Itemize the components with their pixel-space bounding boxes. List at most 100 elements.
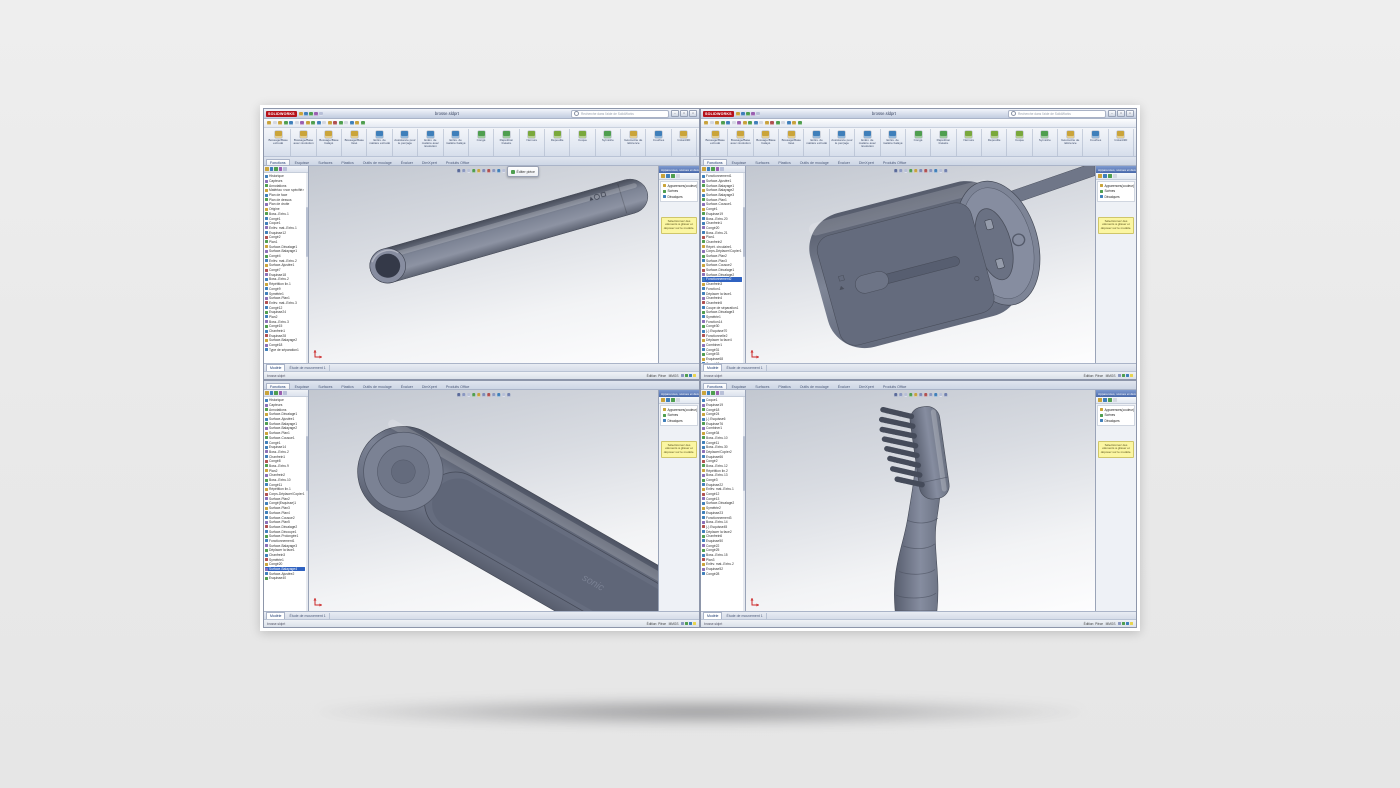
tree-scrollbar-thumb[interactable] [743,436,746,492]
menubar-icon[interactable] [267,121,271,125]
menubar-icon[interactable] [704,121,708,125]
feature-manager-tab-icon[interactable] [279,391,283,395]
menubar-icon[interactable] [306,121,310,125]
feature-manager-tab-icon[interactable] [283,167,287,171]
status-icon[interactable] [1118,622,1121,625]
ribbon-button[interactable]: Enlèv. de matière extrudé [367,129,392,156]
tree-scrollbar-thumb[interactable] [306,436,309,492]
menubar-icon[interactable] [344,121,348,125]
status-icon[interactable] [1122,374,1125,377]
feature-tree-item[interactable]: Esquisse40 [265,576,305,581]
status-units[interactable]: MMGS [669,374,679,378]
command-tab[interactable]: DimXpert [855,159,878,165]
menubar-icon[interactable] [765,121,769,125]
feature-manager-tab-icon[interactable] [707,391,711,395]
command-tab[interactable]: Évaluer [834,159,854,165]
ribbon-button[interactable]: Bossage/Base balayé [754,129,779,156]
ribbon-button[interactable]: Bossage/Base avec révolution [728,129,753,156]
command-tab[interactable]: Plastics [337,159,357,165]
feature-manager-tab-icon[interactable] [274,167,278,171]
ribbon-button[interactable]: Symétrie [1033,129,1058,156]
task-pane-header[interactable]: Apparences, scènes et décalques [659,390,699,397]
view-toolbar-icon[interactable] [507,393,511,397]
command-tab[interactable]: Surfaces [314,159,336,165]
viewport-head-base[interactable] [746,166,1096,363]
status-units[interactable]: MMGS [1106,374,1116,378]
status-icon[interactable] [685,374,688,377]
feature-tree-item[interactable]: Surface-Décalage3 [702,310,742,315]
view-toolbar-icon[interactable] [482,169,486,173]
ribbon-button[interactable]: Dépouille [545,129,570,156]
command-tab[interactable]: Esquisse [291,383,314,389]
menubar-icon[interactable] [289,121,293,125]
ribbon-button[interactable]: Coque [570,129,595,156]
command-tab[interactable]: Esquisse [728,159,751,165]
menubar-icon[interactable] [355,121,359,125]
view-toolbar-icon[interactable] [492,169,496,173]
view-toolbar-icon[interactable] [894,169,898,173]
task-pane-tool-icon[interactable] [671,174,675,178]
ribbon-button[interactable]: Bossage/Base lissé [342,129,367,156]
feature-tree-item[interactable]: Coupe de séparation1 [702,305,742,310]
menubar-icon[interactable] [311,121,315,125]
feature-tree-item[interactable]: Esquisse24 [265,310,305,315]
window-control-button[interactable]: – [671,110,679,117]
status-icon[interactable] [681,374,684,377]
view-toolbar-icon[interactable] [914,169,918,173]
feature-tree-item[interactable]: Esquisse68 [702,357,742,362]
menubar-icon[interactable] [759,121,763,125]
command-tab[interactable]: Produits Office [879,159,911,165]
view-toolbar-icon[interactable] [924,169,928,173]
feature-tree-item[interactable]: Symétrie2 [702,506,742,511]
appearances-tree-item[interactable]: Décalques [661,194,697,200]
task-pane-tool-icon[interactable] [661,398,665,402]
view-toolbar-icon[interactable] [482,393,486,397]
command-tab[interactable]: Surfaces [751,383,773,389]
ribbon-button[interactable]: Géométrie de référence [1058,129,1083,156]
command-tab[interactable]: Outils de moulage [796,159,833,165]
ribbon-button[interactable]: Enlèv. de matière extrudé [804,129,829,156]
tree-scrollbar-thumb[interactable] [743,207,746,256]
menubar-icon[interactable] [273,121,277,125]
view-toolbar-icon[interactable] [487,393,491,397]
feature-tree-item[interactable]: Historique [265,174,305,179]
task-pane-tool-icon[interactable] [1113,174,1117,178]
ribbon-button[interactable]: Congé [906,129,931,156]
feature-tree-item[interactable]: Surface-Balayage1 [265,249,305,254]
menubar-icon[interactable] [737,121,741,125]
feature-manager-tab-icon[interactable] [707,167,711,171]
view-toolbar-icon[interactable] [502,169,506,173]
menubar-icon[interactable] [317,121,321,125]
command-tab[interactable]: Fonctions [266,383,290,389]
status-units[interactable]: MMGS [669,622,679,626]
ribbon-button[interactable]: Assistance pour le perçage [393,129,418,156]
task-pane-header[interactable]: Apparences, scènes et décalques [1096,166,1136,173]
viewport-brush-head[interactable] [746,390,1096,611]
feature-tree-item[interactable]: Coque1 [265,221,305,226]
model-motion-tab[interactable]: Étude de mouvement 1 [723,613,766,619]
command-tab[interactable]: Fonctions [703,159,727,165]
feature-tree-item[interactable]: Surface-Plan3 [265,506,305,511]
command-tab[interactable]: Plastics [774,383,794,389]
quick-access-icon[interactable] [314,112,318,116]
command-tab[interactable]: Produits Office [879,383,911,389]
view-toolbar-icon[interactable] [909,169,913,173]
task-pane-tool-icon[interactable] [1103,398,1107,402]
quick-access-icon[interactable] [756,112,760,116]
ribbon-button[interactable]: Enlèv. de matière balayé [444,129,469,156]
viewport-handle-closeup[interactable]: sonic [309,390,659,611]
view-toolbar-icon[interactable] [462,169,466,173]
view-toolbar-icon[interactable] [462,393,466,397]
feature-tree-item[interactable]: Corps-Déplacer/Copier1 [265,492,305,497]
window-control-button[interactable]: × [1126,110,1134,117]
menubar-icon[interactable] [798,121,802,125]
view-toolbar-icon[interactable] [894,393,898,397]
feature-tree-item[interactable]: Fonctionnement1 [702,174,742,179]
feature-tree-item[interactable]: Origine [265,207,305,212]
feature-tree-item[interactable]: Congé25 [702,548,742,553]
command-tab[interactable]: Esquisse [728,383,751,389]
feature-manager-tab-icon[interactable] [720,391,724,395]
model-motion-tab[interactable]: Étude de mouvement 1 [286,613,329,619]
feature-tree-item[interactable]: Surface-Plan1 [265,431,305,436]
task-pane-tool-icon[interactable] [1108,398,1112,402]
